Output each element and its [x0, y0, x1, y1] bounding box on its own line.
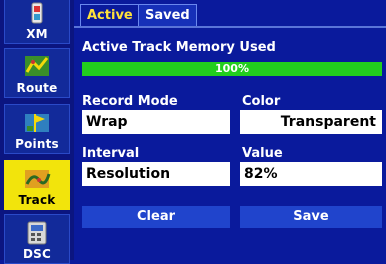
points-icon — [25, 114, 49, 132]
tab-saved[interactable]: Saved — [138, 4, 197, 26]
interval-field[interactable]: Resolution — [82, 162, 230, 186]
track-icon — [25, 170, 51, 188]
color-field[interactable]: Transparent — [240, 110, 382, 134]
sidebar-item-label: Track — [18, 193, 56, 207]
clear-button[interactable]: Clear — [82, 206, 230, 228]
xm-icon — [31, 2, 43, 24]
value-field[interactable]: 82% — [240, 162, 382, 186]
sidebar-item-points[interactable]: Points — [4, 104, 70, 154]
memory-progress-bar: 100% — [82, 62, 382, 76]
sidebar-item-route[interactable]: Route — [4, 48, 70, 98]
save-button[interactable]: Save — [240, 206, 382, 228]
tab-bar: Active Saved — [74, 0, 386, 28]
sidebar-item-xm[interactable]: XM — [4, 0, 70, 44]
route-icon — [25, 56, 49, 76]
sidebar-item-dsc[interactable]: DSC — [4, 214, 70, 264]
sidebar-item-label: Points — [15, 137, 59, 151]
sidebar-item-label: XM — [26, 27, 48, 41]
dsc-icon — [27, 221, 47, 245]
sidebar-item-label: Route — [16, 81, 58, 95]
memory-label: Active Track Memory Used — [82, 40, 276, 55]
sidebar: XM Route Points Track DSC — [0, 0, 74, 264]
memory-percent: 100% — [215, 62, 249, 75]
record-mode-label: Record Mode — [82, 94, 178, 109]
record-mode-field[interactable]: Wrap — [82, 110, 230, 134]
track-setup-screen: XM Route Points Track DSC Active Saved A… — [0, 0, 386, 264]
value-label: Value — [242, 146, 283, 161]
sidebar-item-track[interactable]: Track — [4, 160, 70, 210]
main-panel: Active Saved Active Track Memory Used 10… — [74, 0, 386, 260]
tab-active[interactable]: Active — [80, 4, 140, 26]
sidebar-item-label: DSC — [22, 247, 51, 261]
interval-label: Interval — [82, 146, 140, 161]
color-label: Color — [242, 94, 281, 109]
